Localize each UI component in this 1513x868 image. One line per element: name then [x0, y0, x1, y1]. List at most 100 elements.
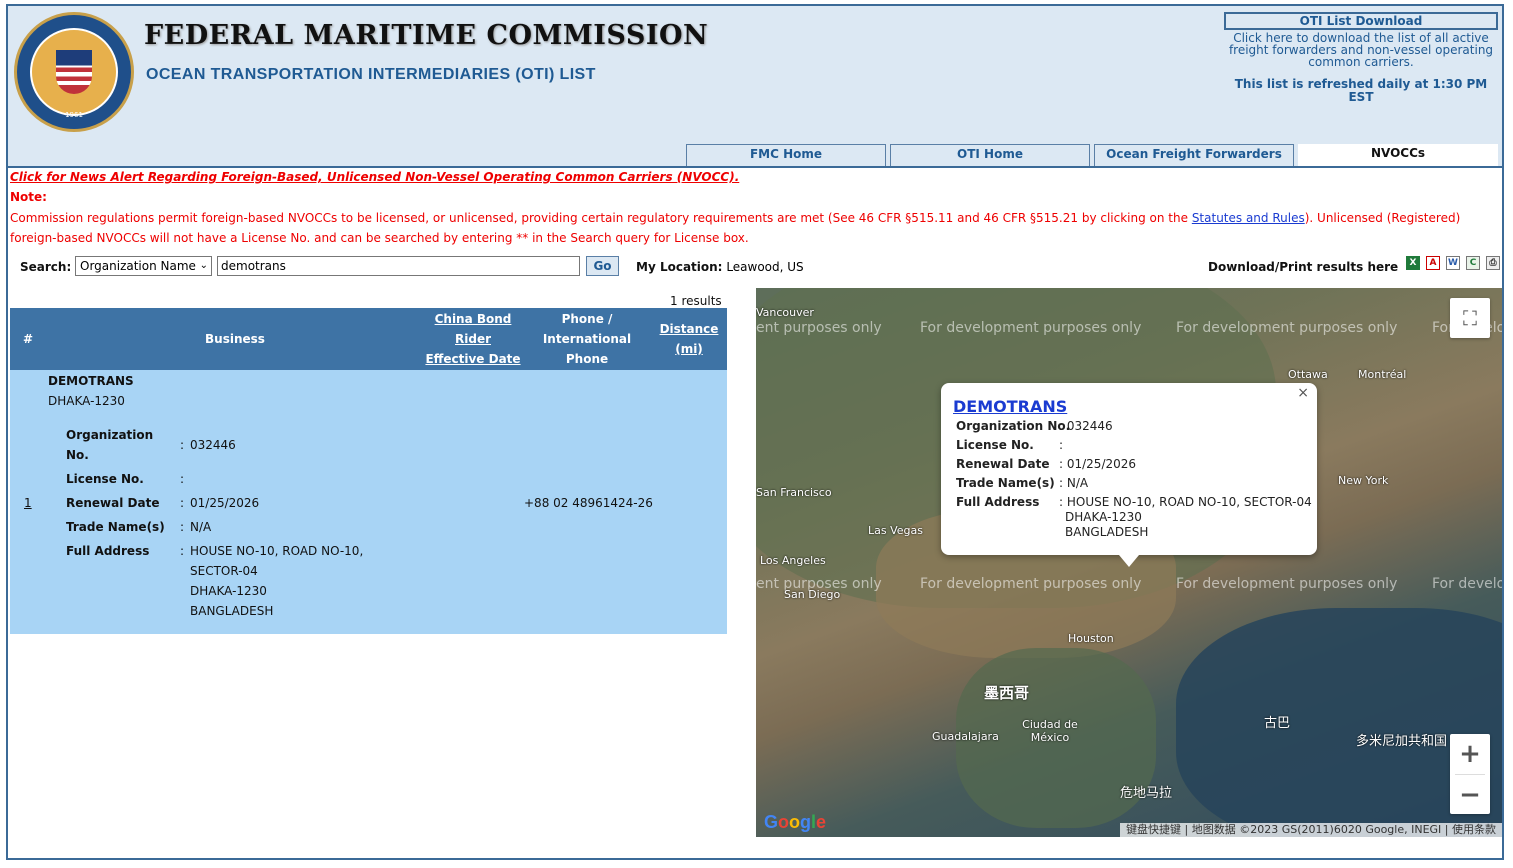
map-info-popup: × DEMOTRANS Organization No. : 032446 Li…: [941, 383, 1317, 567]
map-city: Guadalajara: [932, 730, 999, 743]
zoom-in-button[interactable]: +: [1450, 734, 1490, 774]
col-china-bond-2[interactable]: Rider: [418, 329, 528, 349]
tab-fmc-home[interactable]: FMC Home: [686, 144, 886, 166]
map-city: Los Angeles: [760, 554, 826, 567]
map-watermark: For development purposes only: [1176, 576, 1398, 592]
zoom-out-button[interactable]: −: [1450, 775, 1490, 815]
col-china-bond-3[interactable]: Effective Date: [418, 349, 528, 369]
org-no-value: 032446: [190, 438, 236, 452]
renewal-colon: :: [180, 496, 185, 510]
col-china-bond-1[interactable]: China Bond: [418, 309, 528, 329]
map-city: Ciudad de México: [1022, 718, 1078, 744]
popup-renewal-value: : 01/25/2026: [1059, 457, 1137, 471]
popup-org-label: Organization No.: [956, 419, 1071, 433]
table-header: # Business China Bond Rider Effective Da…: [10, 308, 727, 370]
map-watermark: For development purposes only: [920, 576, 1142, 592]
my-location: My Location: Leawood, US: [636, 260, 804, 274]
regulations-text: Commission regulations permit foreign-ba…: [10, 208, 1490, 248]
map-city: San Francisco: [756, 486, 832, 499]
address-line-4: BANGLADESH: [190, 604, 274, 618]
popup-license-value: :: [1059, 438, 1064, 452]
my-location-label: My Location:: [636, 260, 723, 274]
popup-address-label: Full Address: [956, 495, 1040, 509]
map-city: Las Vegas: [868, 524, 923, 537]
pdf-icon[interactable]: A: [1426, 256, 1440, 270]
license-colon: :: [180, 472, 185, 486]
map-city: Houston: [1068, 632, 1114, 645]
business-city: DHAKA-1230: [48, 394, 125, 408]
license-label: License No.: [66, 472, 144, 486]
news-alert-link[interactable]: Click for News Alert Regarding Foreign-B…: [10, 170, 739, 184]
seal-year: 1961: [65, 111, 83, 119]
google-logo[interactable]: Google: [764, 812, 826, 833]
results-count: 1 results: [670, 294, 722, 308]
site-subtitle: OCEAN TRANSPORTATION INTERMEDIARIES (OTI…: [146, 66, 596, 83]
address-label: Full Address: [66, 544, 150, 558]
search-field-select[interactable]: Organization Name ⌄: [75, 256, 212, 276]
tab-oti-home[interactable]: OTI Home: [890, 144, 1090, 166]
col-phone-3: Phone: [565, 352, 609, 366]
map-city: Vancouver: [756, 306, 814, 319]
tab-nvoccs[interactable]: NVOCCs: [1298, 144, 1498, 166]
phone-value: +88 02 48961424-26: [524, 496, 653, 510]
map-watermark: ent purposes only: [756, 320, 882, 336]
popup-address-line-2: DHAKA-1230: [1065, 510, 1142, 524]
chevron-down-icon: ⌄: [199, 260, 208, 271]
search-input[interactable]: demotrans: [217, 256, 580, 276]
popup-address-line-3: BANGLADESH: [1065, 525, 1149, 539]
search-field-selected: Organization Name: [80, 259, 196, 273]
oti-list-download-button[interactable]: OTI List Download: [1224, 12, 1498, 30]
download-print-label: Download/Print results here: [1208, 260, 1399, 274]
trade-value: N/A: [190, 520, 212, 534]
col-phone-2: International: [542, 332, 632, 346]
csv-icon[interactable]: C: [1466, 256, 1480, 270]
popup-business-link[interactable]: DEMOTRANS: [953, 397, 1067, 416]
address-colon: :: [180, 544, 185, 558]
col-business: Business: [205, 332, 265, 346]
org-no-label-1: Organization: [66, 428, 154, 442]
popup-org-value: : 032446: [1059, 419, 1113, 433]
map-watermark: For develo: [1432, 576, 1502, 592]
note-label: Note:: [10, 190, 47, 204]
map-city: New York: [1338, 474, 1389, 487]
row-index-link[interactable]: 1: [24, 496, 32, 510]
renewal-label: Renewal Date: [66, 496, 160, 510]
map-city: Ottawa: [1288, 368, 1328, 381]
map-view[interactable]: ent purposes only For development purpos…: [756, 288, 1502, 837]
org-no-label-2: No.: [66, 448, 89, 462]
fmc-seal-logo: 1961: [14, 12, 134, 132]
col-distance-2[interactable]: (mi): [654, 339, 724, 359]
print-icon[interactable]: ⎙: [1486, 256, 1500, 270]
col-phone-1: Phone /: [561, 312, 613, 326]
col-distance-1[interactable]: Distance: [654, 319, 724, 339]
go-button[interactable]: Go: [586, 256, 619, 276]
map-city: Montréal: [1358, 368, 1407, 381]
map-city: 多米尼加共和国: [1356, 734, 1448, 749]
site-title: FEDERAL MARITIME COMMISSION: [144, 20, 709, 51]
map-watermark: For development purposes only: [920, 320, 1142, 336]
excel-icon[interactable]: X: [1406, 256, 1420, 270]
oti-download-description[interactable]: Click here to download the list of all a…: [1224, 32, 1498, 68]
popup-address-line-1: : HOUSE NO-10, ROAD NO-10, SECTOR-04: [1059, 495, 1312, 509]
map-city: 墨西哥: [984, 684, 1030, 702]
tab-ocean-freight-forwarders[interactable]: Ocean Freight Forwarders: [1094, 144, 1294, 166]
address-line-3: DHAKA-1230: [190, 584, 267, 598]
popup-license-label: License No.: [956, 438, 1034, 452]
org-no-colon: :: [180, 438, 185, 452]
renewal-value: 01/25/2026: [190, 496, 260, 510]
my-location-value: Leawood, US: [726, 260, 804, 274]
zoom-control: + −: [1450, 734, 1490, 814]
close-icon[interactable]: ×: [1297, 385, 1309, 401]
business-name: DEMOTRANS: [48, 374, 134, 388]
fullscreen-icon[interactable]: ⛶: [1450, 298, 1490, 338]
map-attribution[interactable]: 键盘快捷键 | 地图数据 ©2023 GS(2011)6020 Google, …: [1120, 823, 1502, 837]
map-city: 古巴: [1264, 716, 1291, 731]
map-watermark: For development purposes only: [1176, 320, 1398, 336]
word-icon[interactable]: W: [1446, 256, 1460, 270]
popup-trade-label: Trade Name(s): [956, 476, 1055, 490]
col-num: #: [22, 332, 34, 346]
regs-text-1: Commission regulations permit foreign-ba…: [10, 211, 1192, 225]
statutes-and-rules-link[interactable]: Statutes and Rules: [1192, 211, 1305, 225]
popup-trade-value: : N/A: [1059, 476, 1089, 490]
trade-label: Trade Name(s): [66, 520, 165, 534]
